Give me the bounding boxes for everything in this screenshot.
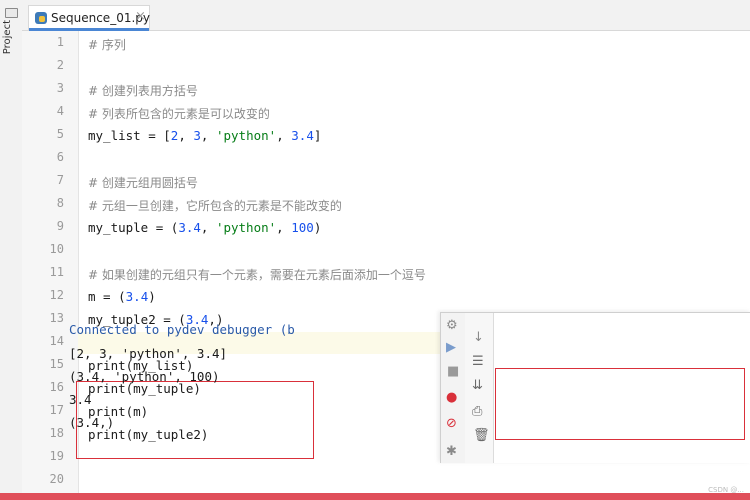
line-number: 11 bbox=[49, 265, 64, 279]
code-line[interactable]: my_list = [2, 3, 'python', 3.4] bbox=[88, 128, 321, 143]
line-number: 19 bbox=[49, 449, 64, 463]
line-number: 5 bbox=[56, 127, 64, 141]
line-number: 6 bbox=[56, 150, 64, 164]
close-icon[interactable]: × bbox=[135, 9, 146, 24]
console-output-line: [2, 3, 'python', 3.4] bbox=[69, 346, 228, 361]
line-number: 13 bbox=[49, 311, 64, 325]
console-right-toolbar: ↓ ☰ ⇊ ⎙ 🗑 bbox=[465, 313, 494, 463]
console-output-line: Connected to pydev debugger (b bbox=[69, 322, 295, 337]
editor-tab-bar: Sequence_01.py × bbox=[22, 0, 750, 31]
line-number: 12 bbox=[49, 288, 64, 302]
line-number: 1 bbox=[56, 35, 64, 49]
console-output-line: 3.4 bbox=[69, 392, 92, 407]
console-output-line: (3.4,) bbox=[69, 415, 115, 430]
code-line[interactable]: # 元组一旦创建，它所包含的元素是不能改变的 bbox=[88, 197, 342, 214]
code-line[interactable]: # 创建元组用圆括号 bbox=[88, 174, 198, 191]
console-output-highlight-box bbox=[495, 368, 745, 440]
line-number: 16 bbox=[49, 380, 64, 394]
line-number: 15 bbox=[49, 357, 64, 371]
tab-sequence-01[interactable]: Sequence_01.py × bbox=[28, 5, 150, 31]
stop-icon[interactable]: ■ bbox=[447, 365, 459, 379]
line-number: 14 bbox=[49, 334, 64, 348]
code-line[interactable]: # 创建列表用方括号 bbox=[88, 82, 198, 99]
line-number: 9 bbox=[56, 219, 64, 233]
code-line[interactable]: my_tuple = (3.4, 'python', 100) bbox=[88, 220, 321, 235]
code-line[interactable]: # 如果创建的元组只有一个元素，需要在元素后面添加一个逗号 bbox=[88, 266, 426, 283]
mute-breakpoints-icon[interactable]: ⊘ bbox=[446, 417, 457, 431]
line-number: 7 bbox=[56, 173, 64, 187]
settings-icon[interactable]: ⚙ bbox=[446, 319, 458, 333]
line-number: 18 bbox=[49, 426, 64, 440]
code-line[interactable]: # 序列 bbox=[88, 36, 126, 53]
pin-icon[interactable]: ✱ bbox=[446, 445, 457, 459]
down-arrow-icon[interactable]: ↓ bbox=[473, 331, 484, 345]
print-icon[interactable]: ⎙ bbox=[472, 405, 482, 419]
watermark: CSDN @... bbox=[708, 486, 744, 494]
project-tool-label[interactable]: Project bbox=[2, 20, 13, 54]
wrap-icon[interactable]: ☰ bbox=[472, 355, 484, 369]
rerun-icon[interactable]: ▶ bbox=[446, 341, 456, 355]
scroll-end-icon[interactable]: ⇊ bbox=[472, 379, 483, 393]
line-number: 3 bbox=[56, 81, 64, 95]
code-line[interactable]: # 列表所包含的元素是可以改变的 bbox=[88, 105, 270, 122]
console-output-line: (3.4, 'python', 100) bbox=[69, 369, 220, 384]
python-file-icon bbox=[35, 12, 47, 24]
line-number: 10 bbox=[49, 242, 64, 256]
trash-icon[interactable]: 🗑 bbox=[473, 429, 490, 443]
line-number: 20 bbox=[49, 472, 64, 486]
bottom-status-strip bbox=[0, 493, 750, 500]
debug-icon[interactable]: ● bbox=[446, 391, 457, 405]
code-line[interactable]: m = (3.4) bbox=[88, 289, 156, 304]
line-number: 4 bbox=[56, 104, 64, 118]
folder-icon[interactable] bbox=[5, 8, 18, 18]
line-number: 2 bbox=[56, 58, 64, 72]
line-number: 8 bbox=[56, 196, 64, 210]
console-left-toolbar: ⚙ ▶ ■ ● ⊘ ✱ bbox=[441, 313, 466, 463]
line-number: 17 bbox=[49, 403, 64, 417]
project-tool-strip: Project bbox=[0, 0, 23, 500]
